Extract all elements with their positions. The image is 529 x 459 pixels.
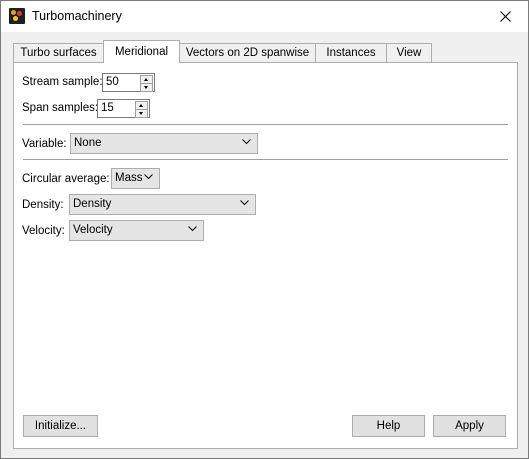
velocity-label: Velocity: [22, 225, 65, 237]
help-button[interactable]: Help [352, 415, 425, 437]
spin-down-icon[interactable] [141, 84, 152, 91]
velocity-dropdown[interactable]: Velocity [69, 220, 204, 241]
span-samples-label: Span samples: [22, 102, 99, 114]
close-icon [499, 11, 511, 22]
initialize-button[interactable]: Initialize... [23, 415, 98, 437]
chevron-down-icon [188, 226, 197, 232]
close-button[interactable] [482, 1, 528, 32]
tab-view[interactable]: View [386, 43, 432, 62]
tab-vectors-2d-spanwise[interactable]: Vectors on 2D spanwise [179, 43, 316, 62]
span-samples-value: 15 [101, 102, 114, 114]
chevron-down-icon [144, 174, 153, 180]
tab-instances[interactable]: Instances [315, 43, 387, 62]
stream-sample-value: 50 [106, 76, 119, 88]
variable-label: Variable: [22, 138, 67, 150]
variable-dropdown[interactable]: None [70, 133, 258, 154]
density-dropdown[interactable]: Density [69, 194, 256, 215]
separator [23, 124, 508, 125]
stream-sample-label: Stream sample: [22, 76, 103, 88]
span-samples-spinbox[interactable]: 15 [97, 99, 150, 118]
density-label: Density: [22, 199, 64, 211]
stream-sample-spinbox[interactable]: 50 [102, 73, 155, 92]
velocity-value: Velocity [73, 224, 113, 236]
window-title: Turbomachinery [32, 9, 122, 23]
circular-average-label: Circular average: [22, 173, 110, 185]
tab-meridional[interactable]: Meridional [103, 40, 180, 63]
apply-button[interactable]: Apply [433, 415, 506, 437]
title-bar: Turbomachinery [1, 1, 528, 32]
spin-up-icon[interactable] [141, 76, 152, 84]
meridional-panel: Stream sample: 50 Span samples: 15 Varia… [13, 62, 518, 449]
app-icon [9, 8, 25, 24]
density-value: Density [73, 198, 112, 210]
spin-up-icon[interactable] [136, 102, 147, 110]
variable-value: None [74, 137, 102, 149]
tab-turbo-surfaces[interactable]: Turbo surfaces [13, 43, 104, 62]
separator [23, 159, 508, 160]
spin-down-icon[interactable] [136, 110, 147, 117]
chevron-down-icon [240, 200, 249, 206]
chevron-down-icon [242, 139, 251, 145]
circular-average-dropdown[interactable]: Mass [111, 168, 160, 189]
turbomachinery-window: Turbomachinery Turbo surfaces Meridional… [0, 0, 529, 459]
circular-average-value: Mass [115, 172, 143, 184]
